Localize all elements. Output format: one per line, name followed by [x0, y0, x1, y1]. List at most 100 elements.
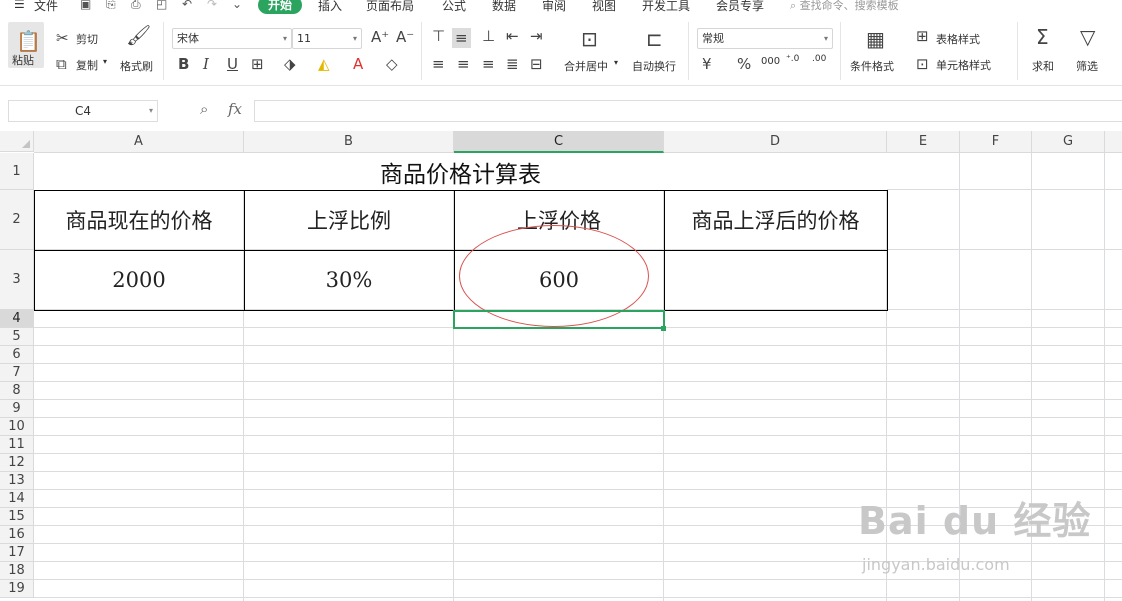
fx-icon[interactable]: fx [228, 100, 242, 118]
italic-icon[interactable]: I [203, 56, 209, 72]
header-cell-current-price[interactable]: 商品现在的价格 [35, 191, 243, 249]
sum-icon[interactable]: Σ [1036, 26, 1049, 48]
font-name-select[interactable]: 宋体 ▾ [172, 28, 292, 49]
align-top-icon[interactable]: ⊤ [432, 28, 445, 44]
zoom-icon[interactable]: ⌕ [200, 100, 208, 118]
merge-center-button[interactable]: 合并居中 [564, 58, 608, 74]
value-cell-markup-ratio[interactable]: 30% [245, 251, 453, 309]
tab-member[interactable]: 会员专享 [716, 0, 764, 14]
header-cell-price-after-markup[interactable]: 商品上浮后的价格 [665, 191, 886, 249]
paste-button[interactable]: 📋 粘贴 [8, 22, 44, 68]
tab-review[interactable]: 审阅 [542, 0, 566, 14]
copy-dropdown-icon[interactable]: ▾ [103, 57, 107, 66]
copy-icon[interactable]: ⧉ [56, 56, 67, 72]
save-icon[interactable]: ▣ [80, 0, 91, 11]
column-header-c[interactable]: C [454, 131, 664, 153]
conditional-format-icon[interactable]: ▦ [866, 28, 885, 50]
command-search[interactable]: ⌕ 查找命令、搜索模板 [790, 0, 899, 13]
merge-center-icon[interactable]: ⊡ [581, 28, 598, 50]
redo-icon[interactable]: ↷ [207, 0, 217, 11]
row-header-3[interactable]: 3 [0, 250, 34, 310]
value-cell-price-after-markup[interactable] [665, 251, 886, 309]
table-title[interactable]: 商品价格计算表 [34, 153, 887, 190]
print-icon[interactable]: ⎙ [131, 0, 141, 12]
filter-button[interactable]: 筛选 [1076, 58, 1098, 74]
name-box[interactable]: C4 ▾ [8, 100, 158, 122]
sum-button[interactable]: 求和 [1032, 58, 1054, 74]
distribute-icon[interactable]: ⊟ [530, 56, 543, 72]
table-style-icon[interactable]: ⊞ [916, 28, 929, 44]
conditional-format-button[interactable]: 条件格式 [850, 58, 894, 74]
cell-style-button[interactable]: 单元格样式 [936, 57, 991, 73]
table-style-button[interactable]: 表格样式 [936, 31, 980, 47]
row-header-11[interactable]: 11 [0, 436, 34, 454]
wrap-text-button[interactable]: 自动换行 [632, 58, 676, 74]
increase-decimal-icon[interactable]: ⁺.0 [786, 54, 799, 64]
copy-button[interactable]: 复制 [76, 57, 98, 73]
print-preview-icon[interactable]: ◰ [156, 0, 167, 11]
column-header-a[interactable]: A [34, 131, 244, 153]
tab-data[interactable]: 数据 [492, 0, 516, 14]
align-right-icon[interactable]: ≡ [482, 56, 495, 72]
row-header-16[interactable]: 16 [0, 526, 34, 544]
select-all-corner[interactable] [0, 131, 34, 152]
row-header-8[interactable]: 8 [0, 382, 34, 400]
indent-decrease-icon[interactable]: ⇤ [506, 28, 519, 44]
cell-style-icon[interactable]: ⊡ [916, 56, 929, 72]
header-cell-markup-ratio[interactable]: 上浮比例 [245, 191, 453, 249]
underline-icon[interactable]: U [227, 56, 238, 72]
format-painter-icon[interactable]: 🖌 [126, 24, 151, 46]
fill-color-icon[interactable]: ◭ [318, 56, 330, 72]
row-header-9[interactable]: 9 [0, 400, 34, 418]
row-header-6[interactable]: 6 [0, 346, 34, 364]
row-header-14[interactable]: 14 [0, 490, 34, 508]
indent-increase-icon[interactable]: ⇥ [530, 28, 543, 44]
tab-page-layout[interactable]: 页面布局 [366, 0, 414, 14]
tab-developer[interactable]: 开发工具 [642, 0, 690, 14]
row-header-15[interactable]: 15 [0, 508, 34, 526]
align-center-icon[interactable]: ≡ [457, 56, 470, 72]
column-header-d[interactable]: D [664, 131, 887, 153]
currency-icon[interactable]: ¥ [702, 56, 712, 72]
row-header-4[interactable]: 4 [0, 310, 34, 328]
row-header-5[interactable]: 5 [0, 328, 34, 346]
tab-home[interactable]: 开始 [258, 0, 302, 14]
file-menu[interactable]: 文件 [34, 0, 58, 14]
column-header-f[interactable]: F [960, 131, 1032, 153]
cut-button[interactable]: 剪切 [76, 31, 98, 47]
formula-input[interactable] [254, 100, 1122, 122]
row-header-10[interactable]: 10 [0, 418, 34, 436]
format-painter-button[interactable]: 格式刷 [120, 58, 153, 74]
customize-chevron-icon[interactable]: ⌄ [232, 0, 242, 11]
increase-font-icon[interactable]: A⁺ [371, 29, 389, 45]
justify-icon[interactable]: ≣ [506, 56, 519, 72]
cut-icon[interactable]: ✂ [56, 30, 69, 46]
merge-dropdown-icon[interactable]: ▾ [614, 58, 618, 67]
column-header-e[interactable]: E [887, 131, 960, 153]
column-header-g[interactable]: G [1032, 131, 1105, 153]
align-bottom-icon[interactable]: ⊥ [482, 28, 495, 44]
row-header-2[interactable]: 2 [0, 190, 34, 250]
output-icon[interactable]: ⎘ [106, 0, 116, 12]
column-header-next[interactable] [1105, 131, 1122, 153]
row-header-7[interactable]: 7 [0, 364, 34, 382]
align-middle-icon[interactable]: ≡ [452, 28, 471, 48]
row-header-12[interactable]: 12 [0, 454, 34, 472]
percent-icon[interactable]: % [737, 56, 751, 72]
align-left-icon[interactable]: ≡ [432, 56, 445, 72]
decrease-font-icon[interactable]: A⁻ [396, 29, 414, 45]
tab-insert[interactable]: 插入 [318, 0, 342, 14]
tab-formulas[interactable]: 公式 [442, 0, 466, 14]
row-header-1[interactable]: 1 [0, 153, 34, 190]
menu-icon[interactable]: ☰ [14, 0, 25, 11]
font-color-icon[interactable]: A [353, 56, 363, 72]
border-icon[interactable]: ⊞ [251, 56, 264, 72]
number-format-select[interactable]: 常规 ▾ [697, 28, 833, 49]
tab-view[interactable]: 视图 [592, 0, 616, 14]
clear-icon[interactable]: ◇ [386, 56, 398, 72]
row-header-17[interactable]: 17 [0, 544, 34, 562]
row-header-18[interactable]: 18 [0, 562, 34, 580]
row-header-13[interactable]: 13 [0, 472, 34, 490]
value-cell-current-price[interactable]: 2000 [35, 251, 243, 309]
wrap-text-icon[interactable]: ⊏ [646, 28, 663, 50]
